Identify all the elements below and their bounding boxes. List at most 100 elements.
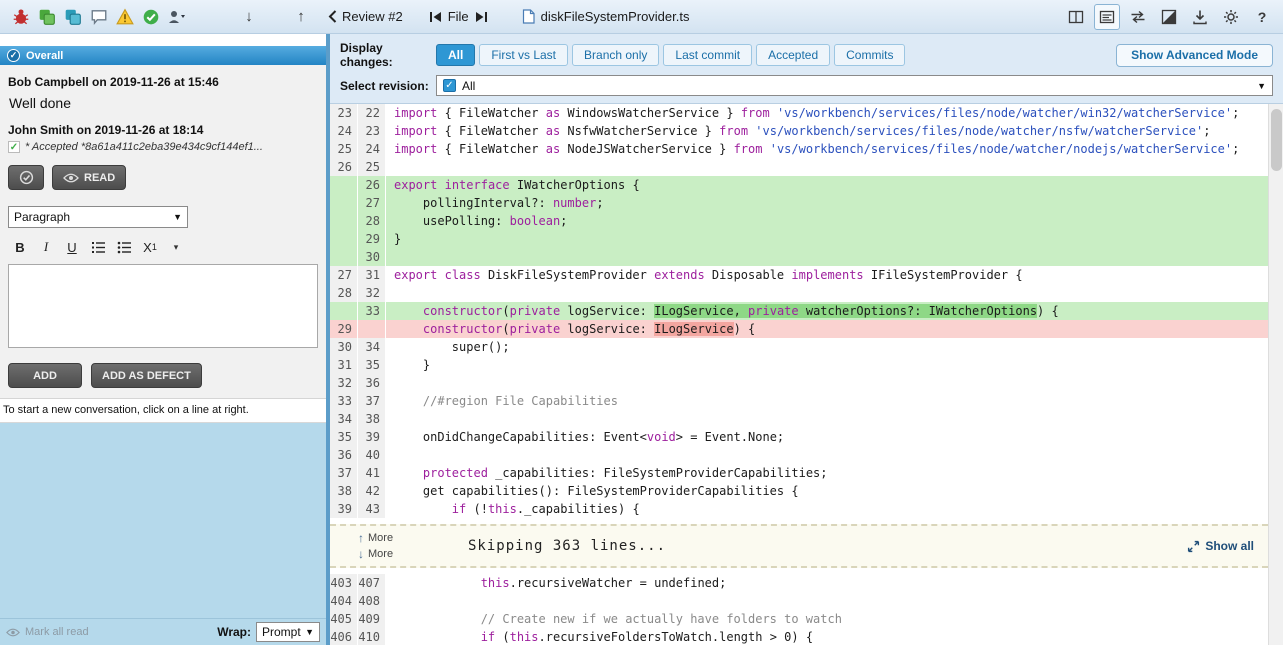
show-advanced-mode-button[interactable]: Show Advanced Mode: [1116, 44, 1273, 67]
new-line-number: 37: [358, 392, 386, 410]
old-line-number: [330, 302, 358, 320]
code-line[interactable]: 3943 if (!this._capabilities) {: [330, 500, 1268, 518]
revision-checkbox[interactable]: ✓: [443, 79, 456, 92]
user-menu-icon[interactable]: [164, 4, 190, 30]
code-line[interactable]: 2832: [330, 284, 1268, 302]
code-text: import { FileWatcher as NodeJSWatcherSer…: [386, 140, 1268, 158]
diff-controls: Display changes: All First vs Last Branc…: [330, 34, 1283, 104]
code-line[interactable]: 3741 protected _capabilities: FileSystem…: [330, 464, 1268, 482]
code-line[interactable]: 3539 onDidChangeCapabilities: Event<void…: [330, 428, 1268, 446]
wrap-control: Wrap: Prompt ▼: [217, 622, 320, 642]
old-line-number: 34: [330, 410, 358, 428]
arrow-down-icon: ↓: [236, 8, 262, 25]
unified-view-button[interactable]: [1094, 4, 1120, 30]
code-line[interactable]: 2423import { FileWatcher as NsfwWatcherS…: [330, 122, 1268, 140]
old-line-number: 28: [330, 284, 358, 302]
code-line[interactable]: 29}: [330, 230, 1268, 248]
code-lines-bottom: 403407 this.recursiveWatcher = undefined…: [330, 574, 1268, 645]
read-button[interactable]: READ: [52, 165, 126, 190]
warning-icon[interactable]: [112, 4, 138, 30]
show-all-button[interactable]: Show all: [1187, 539, 1268, 553]
underline-button[interactable]: U: [60, 236, 84, 258]
new-line-number: 30: [358, 248, 386, 266]
new-line-number: 26: [358, 176, 386, 194]
download-button[interactable]: [1187, 4, 1213, 30]
new-comment-input[interactable]: [8, 264, 318, 348]
side-by-side-view-button[interactable]: [1063, 4, 1089, 30]
new-line-number: 410: [358, 628, 386, 645]
next-change-button[interactable]: ↑: [288, 4, 314, 30]
tab-accepted[interactable]: Accepted: [756, 44, 830, 66]
new-line-number: 31: [358, 266, 386, 284]
bold-button[interactable]: B: [8, 236, 32, 258]
more-down-link[interactable]: ↓ More: [358, 547, 426, 561]
file-tab[interactable]: diskFileSystemProvider.ts: [514, 5, 698, 28]
italic-button[interactable]: I: [34, 236, 58, 258]
code-line[interactable]: 2625: [330, 158, 1268, 176]
code-text: constructor(private logService: ILogServ…: [386, 302, 1268, 320]
diff-overlay-button[interactable]: [1156, 4, 1182, 30]
overall-header[interactable]: ✓ Overall: [0, 46, 326, 65]
code-scrollbar[interactable]: [1268, 104, 1283, 645]
first-file-icon[interactable]: [429, 11, 442, 23]
new-line-number: 34: [358, 338, 386, 356]
code-line[interactable]: 3135 }: [330, 356, 1268, 374]
add-button[interactable]: ADD: [8, 363, 82, 388]
accept-check-icon[interactable]: [138, 4, 164, 30]
bullet-list-icon: [117, 241, 132, 254]
settings-button[interactable]: [1218, 4, 1244, 30]
format-more-button[interactable]: ▾: [164, 236, 188, 258]
code-line[interactable]: 33 constructor(private logService: ILogS…: [330, 302, 1268, 320]
code-line[interactable]: 404408: [330, 592, 1268, 610]
tab-last-commit[interactable]: Last commit: [663, 44, 752, 66]
scrollbar-thumb[interactable]: [1271, 109, 1282, 171]
file-nav-label: File: [448, 9, 469, 24]
code-line[interactable]: 2524import { FileWatcher as NodeJSWatche…: [330, 140, 1268, 158]
code-line[interactable]: 3842 get capabilities(): FileSystemProvi…: [330, 482, 1268, 500]
tab-branch-only[interactable]: Branch only: [572, 44, 659, 66]
code-line[interactable]: 2731export class DiskFileSystemProvider …: [330, 266, 1268, 284]
code-line[interactable]: 2322import { FileWatcher as WindowsWatch…: [330, 104, 1268, 122]
chevron-left-icon: [328, 10, 337, 23]
subscript-button[interactable]: X1: [138, 236, 162, 258]
mark-all-read-button[interactable]: Mark all read: [6, 626, 89, 638]
code-line[interactable]: 3337 //#region File Capabilities: [330, 392, 1268, 410]
tab-all[interactable]: All: [436, 44, 475, 66]
more-up-link[interactable]: ↑ More: [358, 531, 426, 545]
code-line[interactable]: 403407 this.recursiveWatcher = undefined…: [330, 574, 1268, 592]
code-line[interactable]: 406410 if (this.recursiveFoldersToWatch.…: [330, 628, 1268, 645]
revision-dropdown[interactable]: ✓ All ▼: [436, 75, 1273, 96]
subscript-base: X: [143, 240, 152, 255]
gear-icon: [1223, 9, 1239, 25]
select-revision-label: Select revision:: [340, 79, 436, 93]
review-back-nav[interactable]: Review #2: [328, 9, 403, 24]
code-line[interactable]: 3438: [330, 410, 1268, 428]
paragraph-style-select[interactable]: Paragraph ▼: [8, 206, 188, 228]
help-button[interactable]: ?: [1249, 4, 1275, 30]
acknowledge-button[interactable]: [8, 165, 44, 190]
previous-change-button[interactable]: ↓: [236, 4, 262, 30]
wrap-label: Wrap:: [217, 625, 251, 639]
changelist-green-icon[interactable]: [34, 4, 60, 30]
code-line[interactable]: 29 constructor(private logService: ILogS…: [330, 320, 1268, 338]
code-line[interactable]: 3640: [330, 446, 1268, 464]
tab-commits[interactable]: Commits: [834, 44, 905, 66]
last-file-icon[interactable]: [475, 11, 488, 23]
code-line[interactable]: 3236: [330, 374, 1268, 392]
code-line[interactable]: 27 pollingInterval?: number;: [330, 194, 1268, 212]
chat-threads-icon[interactable]: [60, 4, 86, 30]
compare-revisions-button[interactable]: [1125, 4, 1151, 30]
collaborator-bug-icon[interactable]: [8, 4, 34, 30]
code-line[interactable]: 405409 // Create new if we actually have…: [330, 610, 1268, 628]
tab-first-vs-last[interactable]: First vs Last: [479, 44, 568, 66]
bullet-list-button[interactable]: [112, 236, 136, 258]
code-line[interactable]: 28 usePolling: boolean;: [330, 212, 1268, 230]
chat-bubble-icon[interactable]: [86, 4, 112, 30]
old-line-number: 23: [330, 104, 358, 122]
add-as-defect-button[interactable]: ADD AS DEFECT: [91, 363, 202, 388]
code-line[interactable]: 26export interface IWatcherOptions {: [330, 176, 1268, 194]
code-line[interactable]: 30: [330, 248, 1268, 266]
ordered-list-button[interactable]: [86, 236, 110, 258]
wrap-select[interactable]: Prompt ▼: [256, 622, 320, 642]
code-line[interactable]: 3034 super();: [330, 338, 1268, 356]
